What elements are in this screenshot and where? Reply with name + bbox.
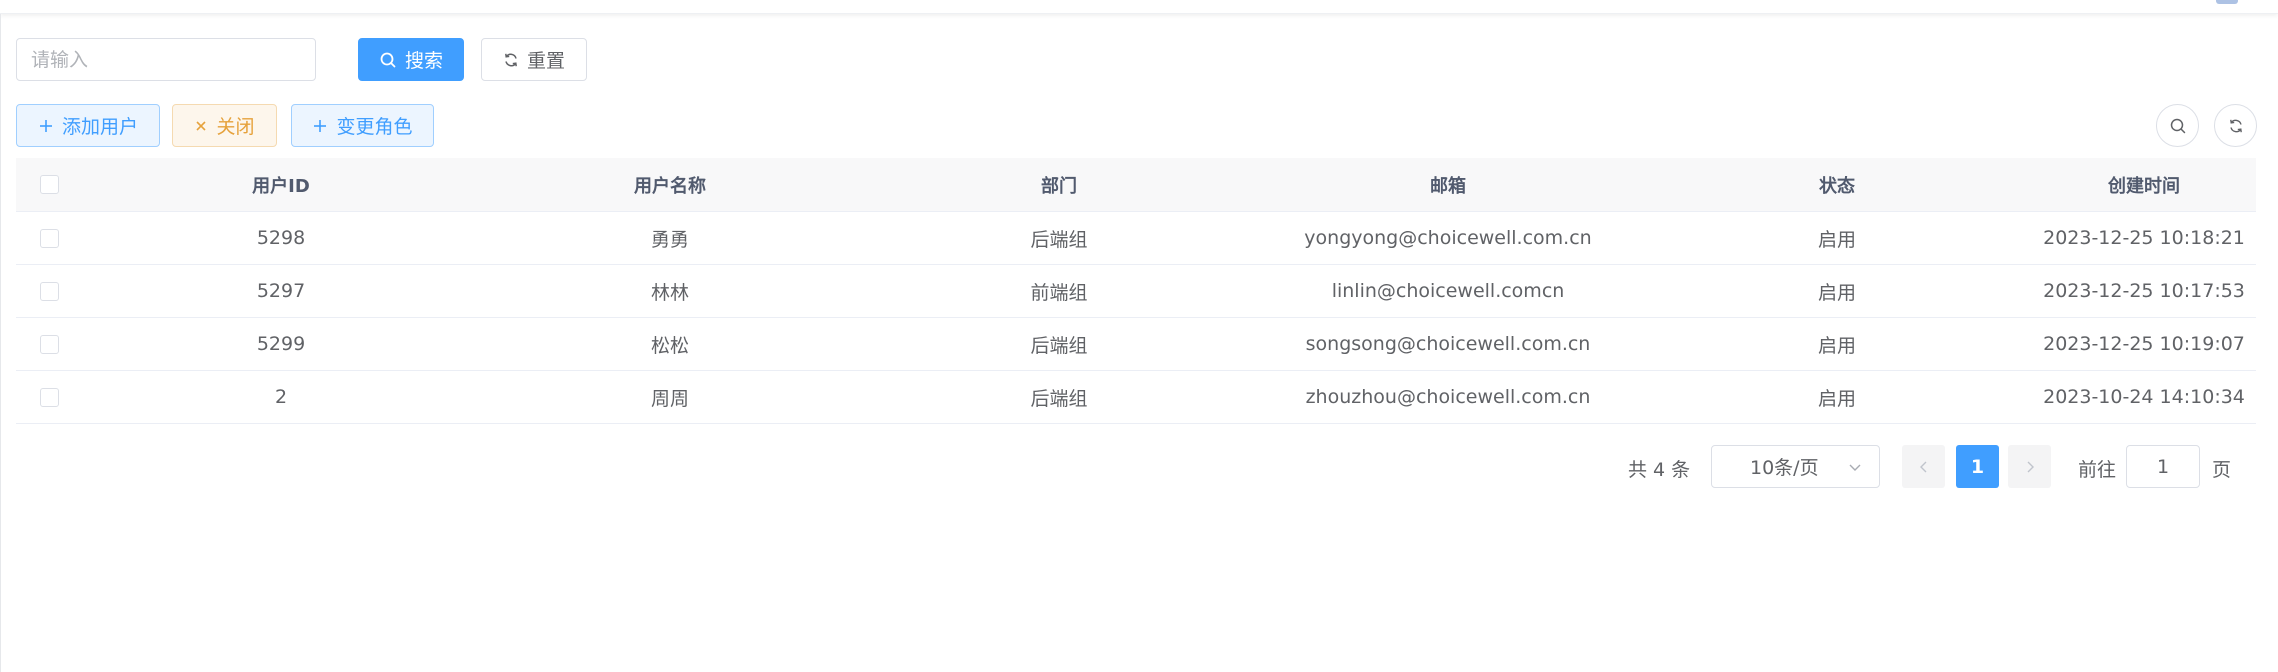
table-row[interactable]: 5299 松松 后端组 songsong@choicewell.com.cn 启… [16, 318, 2256, 371]
page-number-current[interactable]: 1 [1956, 445, 1999, 488]
row-checkbox[interactable] [40, 334, 59, 354]
header-user-name: 用户名称 [634, 175, 706, 197]
cell-user-name: 林林 [650, 281, 690, 304]
table-header: 用户ID 用户名称 部门 邮箱 状态 创建时间 [16, 158, 2256, 212]
search-button-label: 搜索 [404, 50, 443, 72]
add-user-label: 添加用户 [61, 116, 138, 138]
toggle-search-button[interactable] [2156, 104, 2199, 147]
plus-icon [312, 118, 328, 134]
cell-user-id: 5298 [256, 227, 306, 249]
cell-status: 启用 [1817, 387, 1857, 410]
header-created-at: 创建时间 [2108, 175, 2180, 197]
cell-status: 启用 [1817, 281, 1857, 304]
cell-created-at: 2023-12-25 10:19:07 [2043, 333, 2245, 355]
cell-status: 启用 [1817, 228, 1857, 251]
cell-department: 后端组 [1030, 387, 1088, 410]
table-row[interactable]: 5298 勇勇 后端组 yongyong@choicewell.com.cn 启… [16, 212, 2256, 265]
close-label: 关闭 [216, 116, 255, 138]
select-all-checkbox[interactable] [40, 175, 59, 194]
search-input[interactable] [16, 38, 316, 81]
cell-user-name: 勇勇 [650, 228, 690, 251]
chevron-left-icon [1917, 460, 1931, 474]
header-corner-mark [2216, 0, 2238, 4]
cell-created-at: 2023-10-24 14:10:34 [2043, 386, 2245, 408]
table-row[interactable]: 2 周周 后端组 zhouzhou@choicewell.com.cn 启用 2… [16, 371, 2256, 424]
search-icon [2169, 117, 2187, 135]
header-email: 邮箱 [1430, 175, 1466, 197]
current-page-label: 1 [1970, 455, 1985, 478]
cell-department: 后端组 [1030, 228, 1088, 251]
change-role-button[interactable]: 变更角色 [291, 104, 434, 147]
reset-button[interactable]: 重置 [481, 38, 587, 81]
row-checkbox[interactable] [40, 228, 59, 248]
cell-user-name: 松松 [650, 334, 690, 357]
change-role-label: 变更角色 [336, 116, 413, 138]
cell-status: 启用 [1817, 334, 1857, 357]
cell-email: zhouzhou@choicewell.com.cn [1305, 386, 1591, 408]
prev-page-button[interactable] [1902, 445, 1945, 488]
next-page-button[interactable] [2008, 445, 2051, 488]
chevron-down-icon [1847, 459, 1863, 475]
refresh-table-button[interactable] [2214, 104, 2257, 147]
top-header-strip [0, 0, 2278, 14]
page: 搜索 重置 添加用户 关闭 变更角色 [0, 0, 2278, 672]
header-user-id: 用户ID [252, 175, 310, 197]
cell-user-id: 5299 [256, 333, 306, 355]
close-button[interactable]: 关闭 [172, 104, 277, 147]
pagination-total: 共 4 条 [1628, 459, 1691, 481]
plus-icon [38, 118, 54, 134]
left-divider [0, 14, 1, 672]
table-row[interactable]: 5297 林林 前端组 linlin@choicewell.comcn 启用 2… [16, 265, 2256, 318]
goto-page-input[interactable] [2126, 445, 2200, 488]
reset-button-label: 重置 [526, 50, 565, 72]
cell-user-id: 5297 [256, 280, 306, 302]
chevron-right-icon [2023, 460, 2037, 474]
cell-user-name: 周周 [650, 387, 690, 410]
refresh-icon [2228, 118, 2244, 134]
cell-department: 前端组 [1030, 281, 1088, 304]
page-size-value: 10条/页 [1750, 457, 1819, 479]
row-checkbox[interactable] [40, 387, 59, 407]
page-size-select[interactable]: 10条/页 [1711, 445, 1880, 488]
search-button[interactable]: 搜索 [358, 38, 464, 81]
search-icon [379, 51, 397, 69]
user-table: 用户ID 用户名称 部门 邮箱 状态 创建时间 5298 勇勇 后端组 yong… [16, 158, 2256, 424]
add-user-button[interactable]: 添加用户 [16, 104, 160, 147]
cell-department: 后端组 [1030, 334, 1088, 357]
cell-created-at: 2023-12-25 10:18:21 [2043, 227, 2245, 249]
cell-email: yongyong@choicewell.com.cn [1304, 227, 1592, 249]
refresh-icon [503, 52, 519, 68]
cell-created-at: 2023-12-25 10:17:53 [2043, 280, 2245, 302]
close-icon [194, 119, 208, 133]
header-department: 部门 [1041, 175, 1077, 197]
row-checkbox[interactable] [40, 281, 59, 301]
cell-email: linlin@choicewell.comcn [1331, 280, 1565, 302]
goto-suffix: 页 [2212, 459, 2232, 481]
goto-label: 前往 [2078, 459, 2117, 481]
header-status: 状态 [1819, 175, 1855, 197]
cell-user-id: 2 [274, 386, 288, 408]
pagination: 共 4 条 10条/页 1 前往 页 [0, 445, 2278, 488]
cell-email: songsong@choicewell.com.cn [1305, 333, 1591, 355]
